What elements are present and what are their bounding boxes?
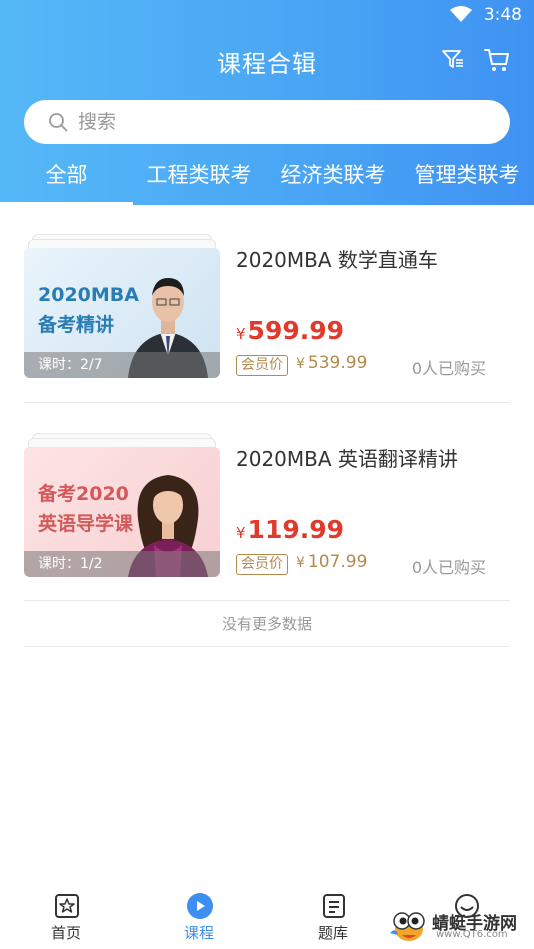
buyer-count: 0人已购买 bbox=[411, 558, 486, 577]
course-title: 2020MBA 数学直通车 bbox=[236, 248, 438, 272]
list-divider bbox=[24, 402, 510, 403]
watermark-logo: 蜻蜓手游网 www.QT6.com bbox=[388, 903, 528, 945]
tab-management[interactable]: 管理类联考 bbox=[406, 158, 528, 205]
search-input[interactable] bbox=[78, 100, 478, 144]
cover-line: 英语导学课 bbox=[38, 513, 134, 535]
currency-symbol: ¥ bbox=[296, 555, 305, 571]
cover-line: 备考2020 bbox=[38, 483, 129, 505]
course-card[interactable]: 2020MBA 备考精讲 课时：2/7 2020MBA 数学直通车 ¥599.9… bbox=[24, 228, 510, 396]
nav-label: 题库 bbox=[317, 924, 348, 942]
currency-symbol: ¥ bbox=[296, 356, 305, 372]
member-price: ¥539.99 bbox=[296, 353, 367, 373]
tab-engineering[interactable]: 工程类联考 bbox=[136, 158, 262, 205]
course-cover: 2020MBA 备考精讲 课时：2/7 bbox=[24, 248, 220, 378]
course-price: ¥119.99 bbox=[236, 515, 344, 544]
member-price-badge: 会员价 bbox=[236, 355, 288, 376]
no-more-data-label: 没有更多数据 bbox=[24, 601, 510, 647]
course-title: 2020MBA 英语翻译精讲 bbox=[236, 447, 458, 471]
category-tabs: 全部 工程类联考 经济类联考 管理类联考 bbox=[0, 158, 534, 205]
tab-label: 管理类联考 bbox=[414, 163, 520, 187]
search-bar[interactable] bbox=[24, 100, 510, 144]
course-thumbnail: 2020MBA 备考精讲 课时：2/7 bbox=[24, 234, 220, 378]
course-price: ¥599.99 bbox=[236, 316, 344, 345]
price-value: 599.99 bbox=[247, 316, 345, 345]
nav-home[interactable]: 首页 bbox=[21, 884, 111, 949]
currency-symbol: ¥ bbox=[236, 325, 246, 343]
course-card[interactable]: 备考2020 英语导学课 课时：1/2 2020MBA 英语翻译精讲 ¥119.… bbox=[24, 427, 510, 595]
dragonfly-mascot-icon bbox=[390, 912, 425, 941]
status-bar: 3:48 bbox=[0, 0, 534, 30]
currency-symbol: ¥ bbox=[236, 524, 246, 542]
member-price-value: 539.99 bbox=[307, 353, 368, 373]
tab-economics[interactable]: 经济类联考 bbox=[272, 158, 394, 205]
nav-label: 课程 bbox=[183, 924, 214, 942]
watermark-url: www.QT6.com bbox=[436, 929, 508, 940]
search-icon bbox=[49, 113, 68, 132]
play-circle-icon bbox=[187, 893, 213, 919]
price-value: 119.99 bbox=[247, 515, 345, 544]
filter-icon[interactable] bbox=[441, 47, 465, 71]
tab-all[interactable]: 全部 bbox=[0, 158, 133, 205]
nav-course[interactable]: 课程 bbox=[154, 884, 244, 949]
nav-label: 首页 bbox=[50, 924, 81, 942]
status-time: 3:48 bbox=[483, 5, 522, 25]
lesson-count: 课时：1/2 bbox=[24, 551, 220, 577]
wifi-icon bbox=[450, 6, 472, 22]
tab-label: 工程类联考 bbox=[146, 163, 252, 187]
member-price: ¥107.99 bbox=[296, 552, 367, 572]
active-tab-indicator bbox=[0, 202, 133, 205]
cover-text: 备考2020 英语导学课 bbox=[38, 479, 133, 539]
question-bank-icon bbox=[323, 894, 345, 918]
home-star-icon bbox=[55, 894, 79, 918]
cart-icon[interactable] bbox=[483, 46, 511, 74]
header: 3:48 课程合辑 全部 工程类联考 经济类联考 管理类联考 bbox=[0, 0, 534, 205]
course-cover: 备考2020 英语导学课 课时：1/2 bbox=[24, 447, 220, 577]
buyer-count: 0人已购买 bbox=[411, 359, 486, 378]
lesson-count: 课时：2/7 bbox=[24, 352, 220, 378]
member-price-value: 107.99 bbox=[307, 552, 368, 572]
course-thumbnail: 备考2020 英语导学课 课时：1/2 bbox=[24, 433, 220, 577]
tab-label: 全部 bbox=[45, 163, 88, 187]
tab-label: 经济类联考 bbox=[280, 163, 386, 187]
nav-question-bank[interactable]: 题库 bbox=[288, 884, 378, 949]
member-price-badge: 会员价 bbox=[236, 554, 288, 575]
